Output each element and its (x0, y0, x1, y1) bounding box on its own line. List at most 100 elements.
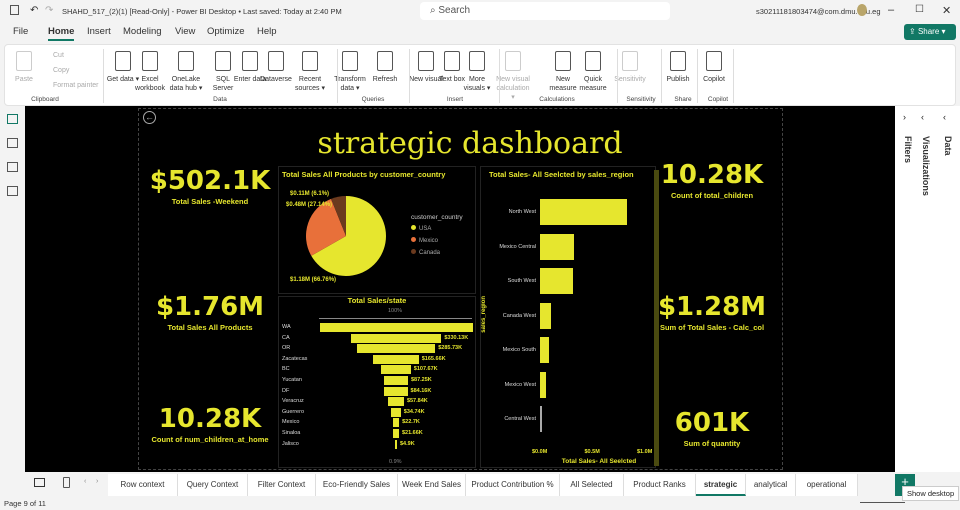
funnel-category-label: DF (282, 387, 290, 394)
pie-legend: USA Mexico Canada (411, 225, 440, 261)
page-tab-strategic[interactable]: strategic (696, 474, 746, 496)
right-panes: Filters Visualizations Data › ‹ ‹ (895, 106, 960, 472)
panel-scrollbar[interactable] (654, 170, 659, 466)
legend-dot (411, 225, 416, 230)
page-tab-product-contribution-[interactable]: Product Contribution % (466, 474, 560, 496)
funnel-value-label: $34.74K (403, 408, 425, 415)
funnel-category-label: Mexico (282, 419, 300, 426)
funnel-category-label: BC (282, 366, 290, 373)
funnel-value-label: $330.13K (444, 334, 469, 341)
region-bar[interactable] (540, 302, 551, 329)
page-tab-eco-friendly-sales[interactable]: Eco-Friendly Sales (316, 474, 398, 496)
funnel-bar[interactable] (388, 397, 404, 407)
funnel-value-label: $4.9K (400, 440, 415, 447)
legend-item-usa[interactable]: USA (411, 225, 440, 237)
collapse-filters-icon[interactable]: › (903, 112, 906, 122)
funnel-value-label: $57.84K (406, 398, 428, 405)
pie-label-usa: $1.18M (66.76%) (290, 277, 337, 283)
funnel-value-label: $165.66K (421, 355, 446, 362)
mobile-layout-icon[interactable] (63, 477, 70, 488)
funnel-title: Total Sales/state (347, 296, 407, 305)
funnel-top-percent: 100% (388, 308, 403, 314)
funnel-category-label: Zacatecas (282, 355, 308, 362)
funnel-value-label: $84.16K (410, 387, 432, 394)
region-x-tick: $0.5M (584, 449, 600, 455)
region-bar[interactable] (540, 337, 550, 363)
region-category-label: Mexico South (502, 347, 536, 353)
filters-pane-tab[interactable]: Filters (903, 136, 913, 163)
scroll-tabs-right-icon[interactable]: › (96, 478, 98, 485)
region-bar[interactable] (540, 268, 573, 294)
funnel-bar[interactable] (391, 407, 401, 417)
status-bar: Page 9 of 11 (0, 496, 960, 510)
funnel-value-label: $87.25K (410, 377, 432, 383)
desktop-layout-icon[interactable] (34, 478, 45, 487)
pie-label-mexico: $0.48M (27.14%) (286, 202, 333, 208)
region-category-label: Canada West (502, 312, 536, 319)
funnel-bar[interactable] (384, 386, 408, 396)
region-category-label: South West (507, 278, 536, 284)
region-bar[interactable] (540, 199, 628, 225)
scroll-tabs-left-icon[interactable]: ‹ (84, 478, 86, 485)
region-category-label: North West (508, 209, 536, 215)
funnel-category-label: Sinaloa (282, 430, 301, 436)
tooltip: Show desktop (902, 486, 960, 501)
funnel-category-label: Yucatan (282, 377, 302, 383)
funnel-value-label: $285.73K (438, 345, 463, 352)
funnel-panel (278, 296, 476, 468)
legend-label: Canada (419, 250, 441, 256)
pie-label-canada: $0.11M (6.1%) (290, 191, 330, 197)
funnel-category-label: Jalisco (282, 440, 299, 447)
funnel-value-label: $22.7K (402, 419, 420, 426)
funnel-bar[interactable] (381, 365, 411, 375)
funnel-bar[interactable] (395, 439, 397, 449)
funnel-category-label: Guerrero (282, 408, 305, 415)
visualizations-pane-tab[interactable]: Visualizations (921, 136, 931, 196)
page-tab-analytical[interactable]: analytical (746, 474, 796, 496)
region-x-tick: $1.0M (637, 449, 653, 455)
funnel-bar[interactable] (393, 429, 399, 438)
legend-dot (411, 237, 416, 242)
page-tab-operational[interactable]: operational (796, 474, 858, 496)
legend-item-mexico[interactable]: Mexico (411, 237, 440, 249)
data-pane-tab[interactable]: Data (943, 136, 953, 156)
funnel-bar[interactable] (384, 376, 408, 385)
region-category-label: Mexico West (504, 381, 536, 388)
collapse-data-icon[interactable]: ‹ (943, 112, 946, 122)
legend-label: Mexico (419, 238, 439, 244)
region-x-axis-title: Total Sales- All Seelcted (561, 458, 637, 465)
funnel-bar[interactable] (373, 354, 419, 364)
region-bar[interactable] (540, 233, 574, 260)
region-chart-title: Total Sales- All Seelcted by sales_regio… (489, 170, 634, 179)
page-tab-product-ranks[interactable]: Product Ranks (624, 474, 696, 496)
collapse-visualizations-icon[interactable]: ‹ (921, 112, 924, 122)
legend-dot (411, 249, 416, 254)
funnel-category-label: OR (282, 345, 291, 352)
funnel-range-line (319, 318, 472, 319)
region-bar[interactable] (540, 406, 542, 432)
page-tab-row-context[interactable]: Row context (108, 474, 178, 496)
page-tabs-bar: ‹ › Row context Query Context Filter Conte… (0, 472, 960, 496)
funnel-value-label: $21.66K (401, 430, 423, 436)
legend-label: USA (419, 226, 432, 232)
legend-item-canada[interactable]: Canada (411, 249, 440, 261)
funnel-bar[interactable] (319, 323, 473, 332)
funnel-value-label: $107.67K (413, 366, 438, 373)
funnel-bar[interactable] (356, 344, 436, 354)
region-x-tick: $0.0M (532, 449, 548, 455)
funnel-category-label: CA (282, 334, 290, 341)
region-category-label: Mexico Central (499, 243, 536, 250)
page-tab-all-selected[interactable]: All Selected (560, 474, 624, 496)
region-category-label: Central West (504, 416, 536, 422)
region-bar[interactable] (540, 371, 547, 398)
funnel-bar[interactable] (350, 333, 442, 343)
funnel-category-label: WA (282, 324, 291, 330)
page-tab-query-context[interactable]: Query Context (178, 474, 248, 496)
zoom-slider[interactable] (860, 502, 905, 503)
funnel-category-label: Veracruz (282, 398, 304, 405)
page-indicator: Page 9 of 11 (4, 499, 46, 508)
page-tab-week-end-sales[interactable]: Week End Sales (398, 474, 466, 496)
funnel-bar[interactable] (392, 418, 400, 428)
funnel-bottom-percent: 0.9% (389, 459, 402, 465)
page-tab-filter-context[interactable]: Filter Context (248, 474, 316, 496)
